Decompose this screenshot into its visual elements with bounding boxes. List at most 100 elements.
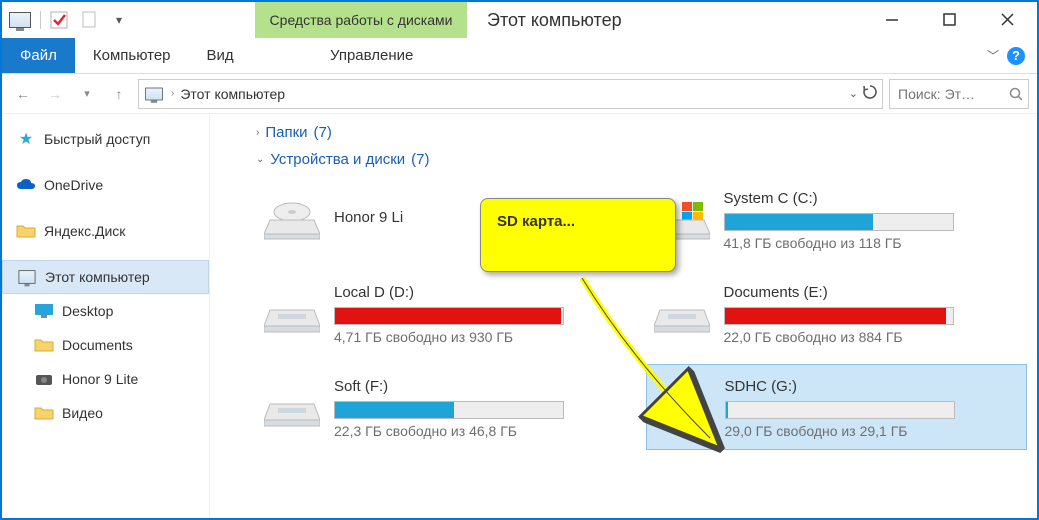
drive-free-text: 29,0 ГБ свободно из 29,1 ГБ xyxy=(725,423,1019,439)
usage-bar xyxy=(724,213,954,231)
tab-manage[interactable]: Управление xyxy=(266,38,478,73)
nav-label: Быстрый доступ xyxy=(44,131,150,147)
content-pane: › Папки (7) ⌄ Устройства и диски (7) Hon… xyxy=(210,114,1037,518)
ribbon-right: ﹀ ? xyxy=(987,38,1037,73)
drive-name: Soft (F:) xyxy=(334,378,630,395)
nav-label: Honor 9 Lite xyxy=(62,371,138,387)
drive-info: SDHC (G:)29,0 ГБ свободно из 29,1 ГБ xyxy=(725,376,1019,439)
maximize-icon xyxy=(943,13,957,27)
callout-text: SD карта... xyxy=(497,213,575,230)
group-folders-header[interactable]: › Папки (7) xyxy=(220,120,1027,149)
nav-back-button[interactable]: ← xyxy=(10,81,36,107)
contextual-tab-header: Средства работы с дисками xyxy=(255,2,467,38)
nav-label: Documents xyxy=(62,337,133,353)
ribbon-tabs: Файл Компьютер Вид Управление ﹀ ? xyxy=(2,38,1037,74)
address-dropdown-icon[interactable]: ⌄ xyxy=(849,87,858,100)
nav-up-button[interactable]: ↑ xyxy=(106,81,132,107)
address-bar[interactable]: › Этот компьютер ⌄ xyxy=(138,79,883,109)
search-input[interactable] xyxy=(896,85,1009,103)
svg-text:SDHC: SDHC xyxy=(672,408,694,417)
nav-recent-button[interactable]: ▾ xyxy=(74,81,100,107)
nav-quick-access[interactable]: ★ Быстрый доступ xyxy=(2,122,209,156)
quick-access-toolbar: ▾ Средства работы с дисками Этот компьют… xyxy=(2,2,1037,38)
page-icon xyxy=(80,11,98,29)
nav-this-pc[interactable]: Этот компьютер xyxy=(2,260,209,294)
nav-label: Desktop xyxy=(62,303,113,319)
drive-free-text: 41,8 ГБ свободно из 118 ГБ xyxy=(724,235,1020,251)
system-icon[interactable] xyxy=(6,6,34,34)
tab-file[interactable]: Файл xyxy=(2,38,75,73)
ribbon-expand-icon[interactable]: ﹀ xyxy=(987,47,999,64)
nav-honor[interactable]: Honor 9 Lite xyxy=(2,362,209,396)
drive-icon xyxy=(654,285,710,341)
folder-icon xyxy=(16,221,36,241)
drive-softf[interactable]: Soft (F:) 22,3 ГБ свободно из 46,8 ГБ xyxy=(256,364,638,450)
nav-onedrive[interactable]: OneDrive xyxy=(2,168,209,202)
nav-label: Яндекс.Диск xyxy=(44,223,125,239)
drive-info: Soft (F:) 22,3 ГБ свободно из 46,8 ГБ xyxy=(334,376,630,439)
group-drives-header[interactable]: ⌄ Устройства и диски (7) xyxy=(220,149,1027,176)
group-count: (7) xyxy=(314,124,332,141)
device-icon xyxy=(34,369,54,389)
cloud-icon xyxy=(16,175,36,195)
breadcrumb-sep-icon: › xyxy=(171,88,174,99)
minimize-button[interactable] xyxy=(863,2,921,38)
drive-icon xyxy=(264,379,320,435)
usage-bar xyxy=(725,401,955,419)
drive-docse[interactable]: Documents (E:) 22,0 ГБ свободно из 884 ГБ xyxy=(646,270,1028,356)
drive-icon xyxy=(264,191,320,247)
pc-icon xyxy=(145,87,163,100)
help-button[interactable]: ? xyxy=(1007,47,1025,65)
address-row: ← → ▾ ↑ › Этот компьютер ⌄ xyxy=(2,74,1037,114)
drive-name: Documents (E:) xyxy=(724,284,1020,301)
address-location[interactable]: Этот компьютер xyxy=(180,86,285,102)
close-icon xyxy=(1001,13,1015,27)
close-button[interactable] xyxy=(979,2,1037,38)
pc-icon xyxy=(17,267,37,287)
nav-yandexdisk[interactable]: Яндекс.Диск xyxy=(2,214,209,248)
window-controls xyxy=(863,2,1037,38)
folder-icon xyxy=(34,403,54,423)
drive-info: System C (C:) 41,8 ГБ свободно из 118 ГБ xyxy=(724,188,1020,251)
checkbox-icon xyxy=(50,11,68,29)
nav-pane: ★ Быстрый доступ OneDrive Яндекс.Диск Эт… xyxy=(2,114,210,518)
drive-name: System C (C:) xyxy=(724,190,1020,207)
address-actions: ⌄ xyxy=(849,84,878,103)
drive-systemc[interactable]: System C (C:) 41,8 ГБ свободно из 118 ГБ xyxy=(646,176,1028,262)
search-icon xyxy=(1009,87,1022,101)
tab-view[interactable]: Вид xyxy=(189,38,252,73)
desktop-icon xyxy=(34,301,54,321)
usage-bar xyxy=(334,401,564,419)
group-label: Папки xyxy=(265,124,307,141)
drive-free-text: 22,0 ГБ свободно из 884 ГБ xyxy=(724,329,1020,345)
maximize-button[interactable] xyxy=(921,2,979,38)
drive-sdhcg[interactable]: SDHC SDHC (G:)29,0 ГБ свободно из 29,1 ГБ xyxy=(646,364,1028,450)
body: ★ Быстрый доступ OneDrive Яндекс.Диск Эт… xyxy=(2,114,1037,518)
usage-bar xyxy=(334,307,564,325)
drive-info: Documents (E:) 22,0 ГБ свободно из 884 ГБ xyxy=(724,282,1020,345)
group-count: (7) xyxy=(411,151,429,168)
drive-free-text: 22,3 ГБ свободно из 46,8 ГБ xyxy=(334,423,630,439)
drive-locald[interactable]: Local D (D:) 4,71 ГБ свободно из 930 ГБ xyxy=(256,270,638,356)
drive-name: Local D (D:) xyxy=(334,284,630,301)
refresh-button[interactable] xyxy=(862,84,878,103)
drive-free-text: 4,71 ГБ свободно из 930 ГБ xyxy=(334,329,630,345)
tab-computer[interactable]: Компьютер xyxy=(75,38,189,73)
qat-properties-button[interactable] xyxy=(45,6,73,34)
qat-customize-button[interactable]: ▾ xyxy=(105,6,133,34)
star-icon: ★ xyxy=(16,129,36,149)
nav-label: Этот компьютер xyxy=(45,269,150,285)
chevron-down-icon: ⌄ xyxy=(256,154,264,165)
nav-documents[interactable]: Documents xyxy=(2,328,209,362)
refresh-icon xyxy=(862,84,878,100)
annotation-callout: SD карта... xyxy=(480,198,676,272)
search-box[interactable] xyxy=(889,79,1029,109)
nav-forward-button[interactable]: → xyxy=(42,81,68,107)
drive-icon xyxy=(264,285,320,341)
nav-desktop[interactable]: Desktop xyxy=(2,294,209,328)
qat-newfolder-button[interactable] xyxy=(75,6,103,34)
pc-icon xyxy=(9,12,31,28)
explorer-window: ▾ Средства работы с дисками Этот компьют… xyxy=(0,0,1039,520)
group-label: Устройства и диски xyxy=(270,151,405,168)
nav-video[interactable]: Видео xyxy=(2,396,209,430)
